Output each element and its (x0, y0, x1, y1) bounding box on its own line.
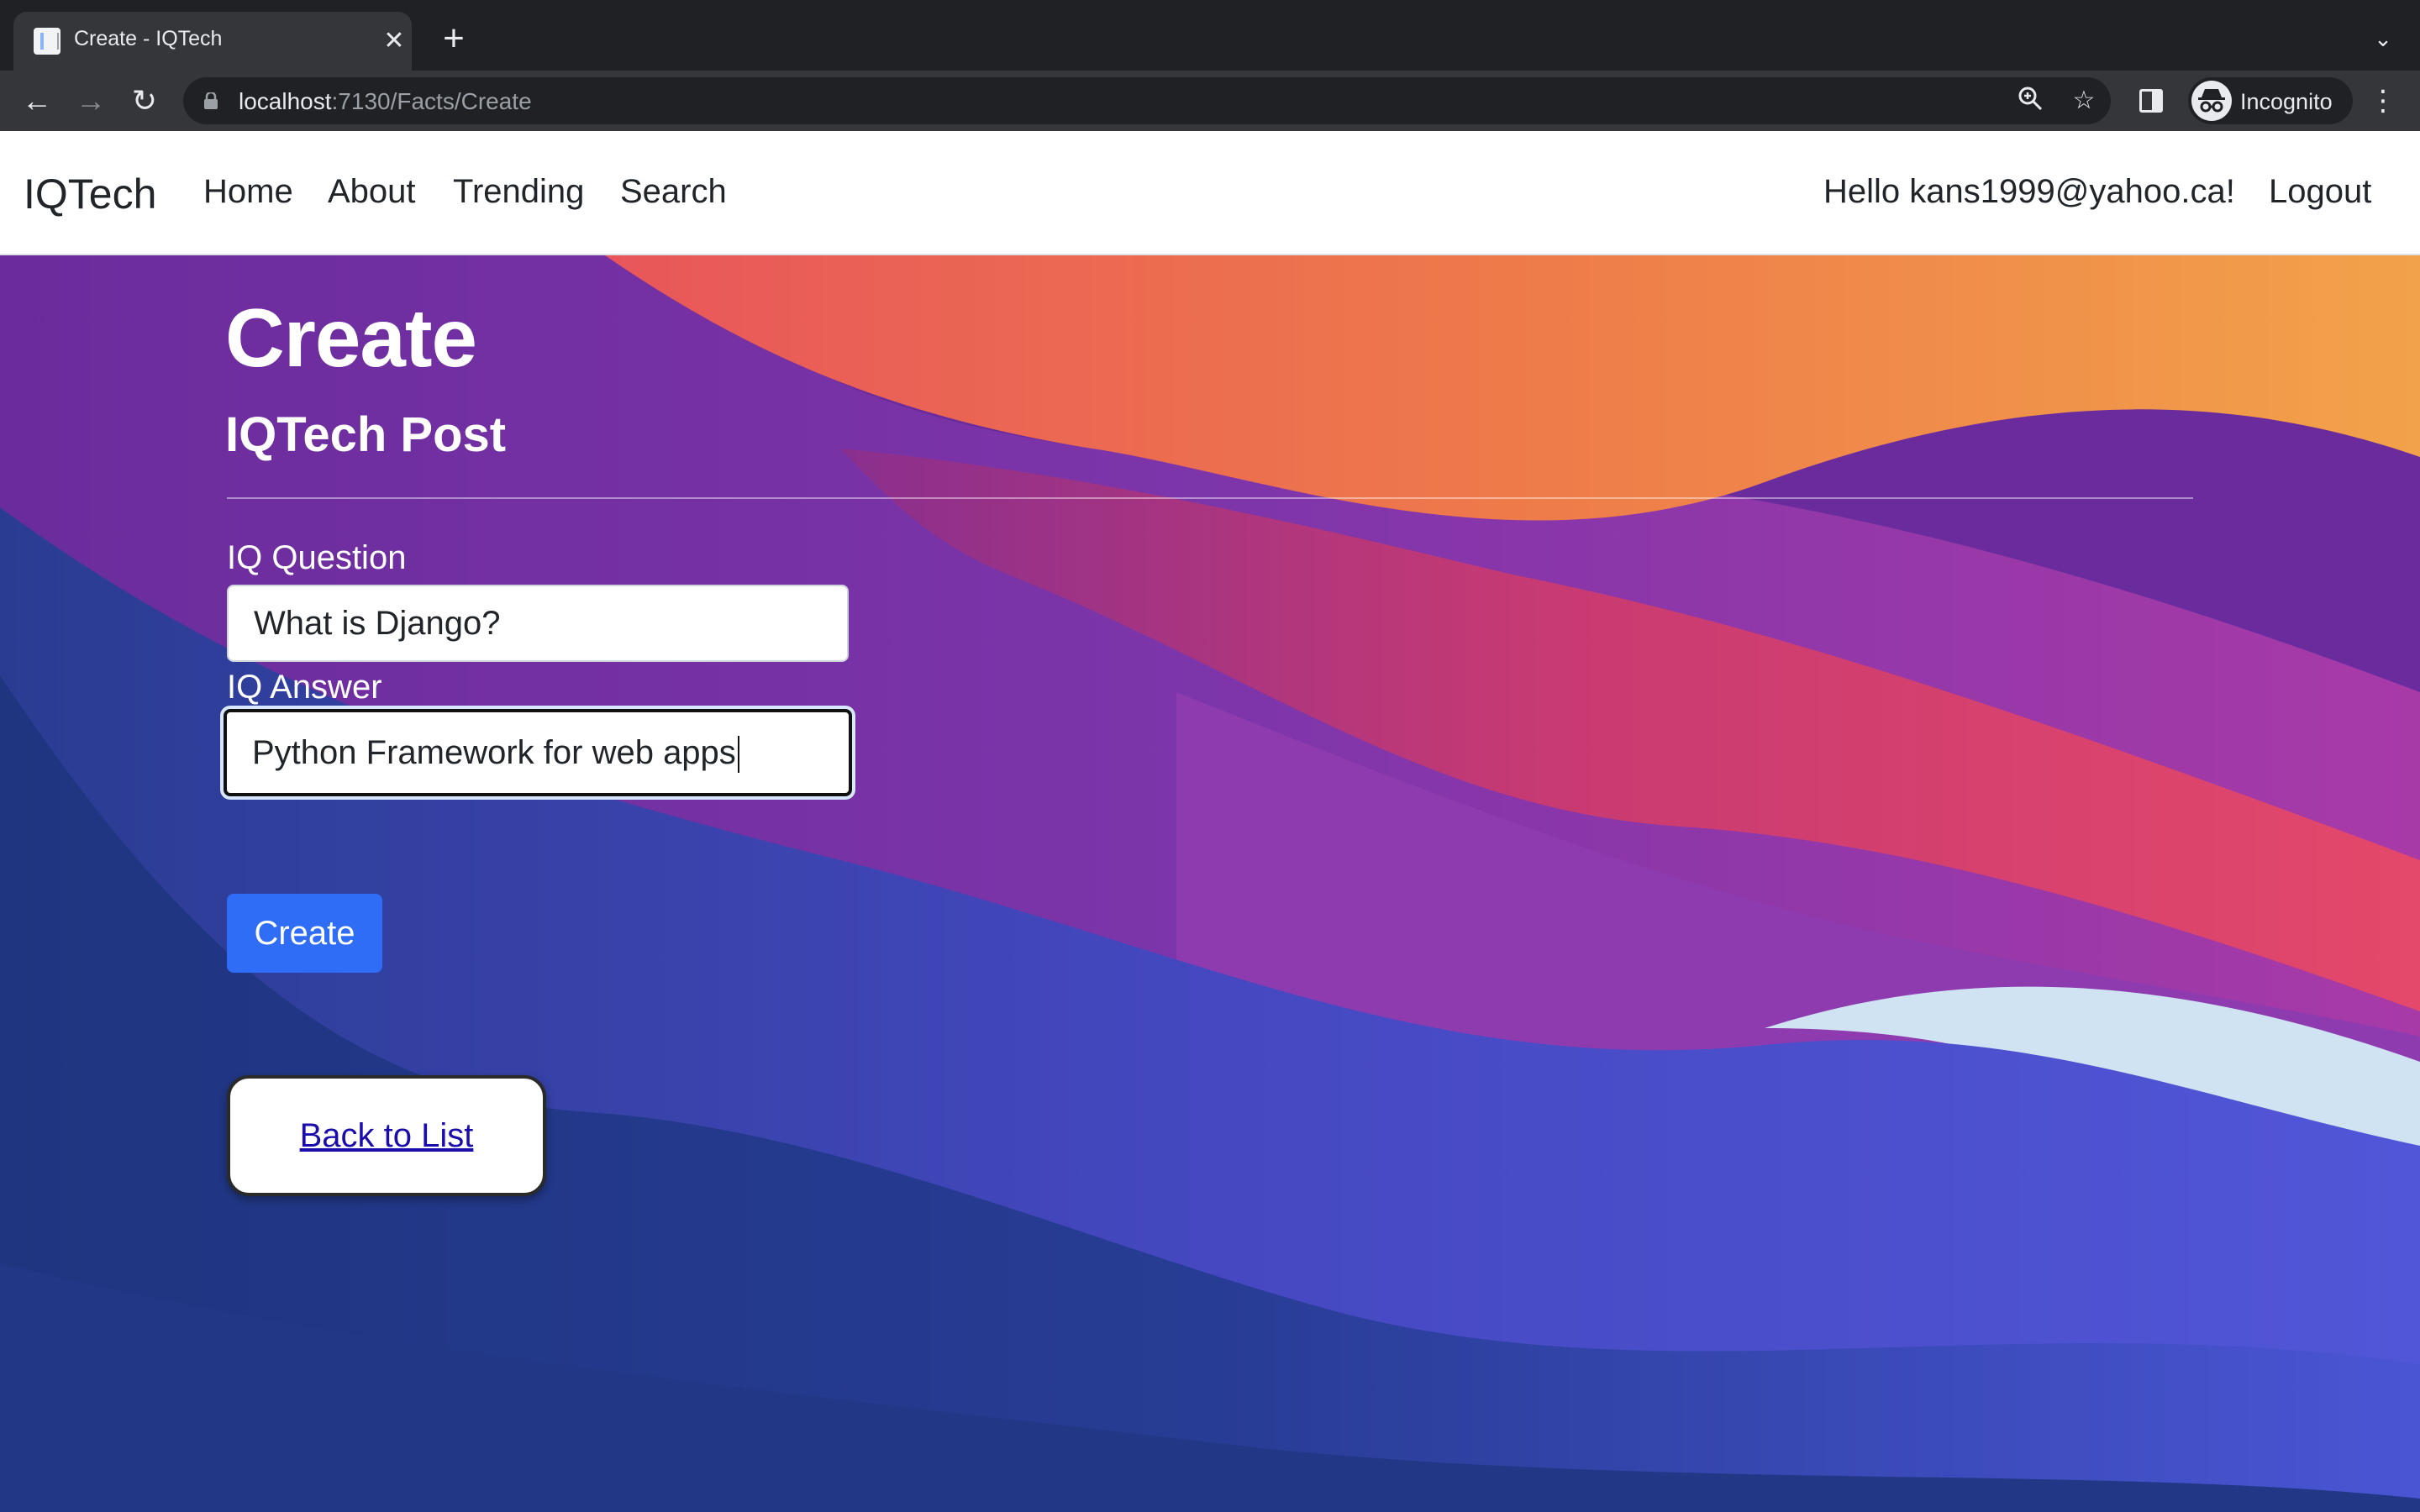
menu-icon[interactable]: ⋮ (2366, 81, 2400, 121)
bookmark-star-icon[interactable]: ☆ (2069, 86, 2099, 116)
tab-close-icon[interactable]: ✕ (380, 27, 408, 55)
forward-icon[interactable]: → (71, 81, 111, 121)
reload-icon[interactable]: ↻ (124, 81, 165, 121)
site-navbar: IQTech Home About Trending Search Hello … (0, 131, 2420, 255)
back-icon[interactable]: ← (17, 81, 57, 121)
page-subtitle: IQTech Post (225, 407, 507, 462)
nav-link-about[interactable]: About (328, 173, 416, 211)
browser-toolbar: ← → ↻ localhost:7130/Facts/Create ☆ Inco… (0, 71, 2420, 131)
browser-tab[interactable]: Create - IQTech ✕ (13, 12, 412, 71)
text-caret (737, 736, 739, 774)
address-bar[interactable]: localhost:7130/Facts/Create ☆ (183, 77, 2111, 124)
logout-link[interactable]: Logout (2269, 173, 2371, 211)
incognito-icon (2191, 81, 2232, 121)
user-greeting-link[interactable]: Hello kans1999@yahoo.ca! (1823, 173, 2235, 211)
answer-label: IQ Answer (227, 669, 382, 706)
question-label: IQ Question (227, 539, 407, 576)
lock-icon (204, 92, 218, 109)
back-to-list-box: Back to List (227, 1075, 546, 1196)
new-tab-icon[interactable]: + (437, 20, 471, 57)
nav-link-home[interactable]: Home (203, 173, 293, 211)
question-input-value: What is Django? (254, 605, 501, 642)
answer-input-value: Python Framework for web apps (252, 734, 736, 771)
tab-search-chevron-icon[interactable]: ⌄ (2366, 22, 2400, 55)
page-title: Create (225, 291, 477, 384)
create-button[interactable]: Create (227, 894, 382, 973)
site-brand[interactable]: IQTech (24, 170, 156, 218)
incognito-profile-button[interactable]: Incognito (2188, 77, 2353, 124)
question-input[interactable]: What is Django? (227, 585, 849, 662)
nav-link-search[interactable]: Search (620, 173, 727, 211)
zoom-icon[interactable] (2015, 86, 2045, 116)
nav-link-trending[interactable]: Trending (453, 173, 584, 211)
incognito-label: Incognito (2240, 89, 2333, 114)
page-favicon-icon (34, 28, 60, 55)
address-bar-url: localhost:7130/Facts/Create (239, 88, 532, 114)
answer-input[interactable]: Python Framework for web apps (224, 709, 852, 796)
section-divider (227, 497, 2193, 499)
back-to-list-link[interactable]: Back to List (230, 1079, 543, 1193)
browser-tab-bar: Create - IQTech ✕ + ⌄ (0, 0, 2420, 71)
side-panel-icon[interactable] (2139, 89, 2163, 113)
create-form-section: Create IQTech Post IQ Question What is D… (0, 255, 2420, 1512)
tab-title: Create - IQTech (74, 27, 223, 50)
